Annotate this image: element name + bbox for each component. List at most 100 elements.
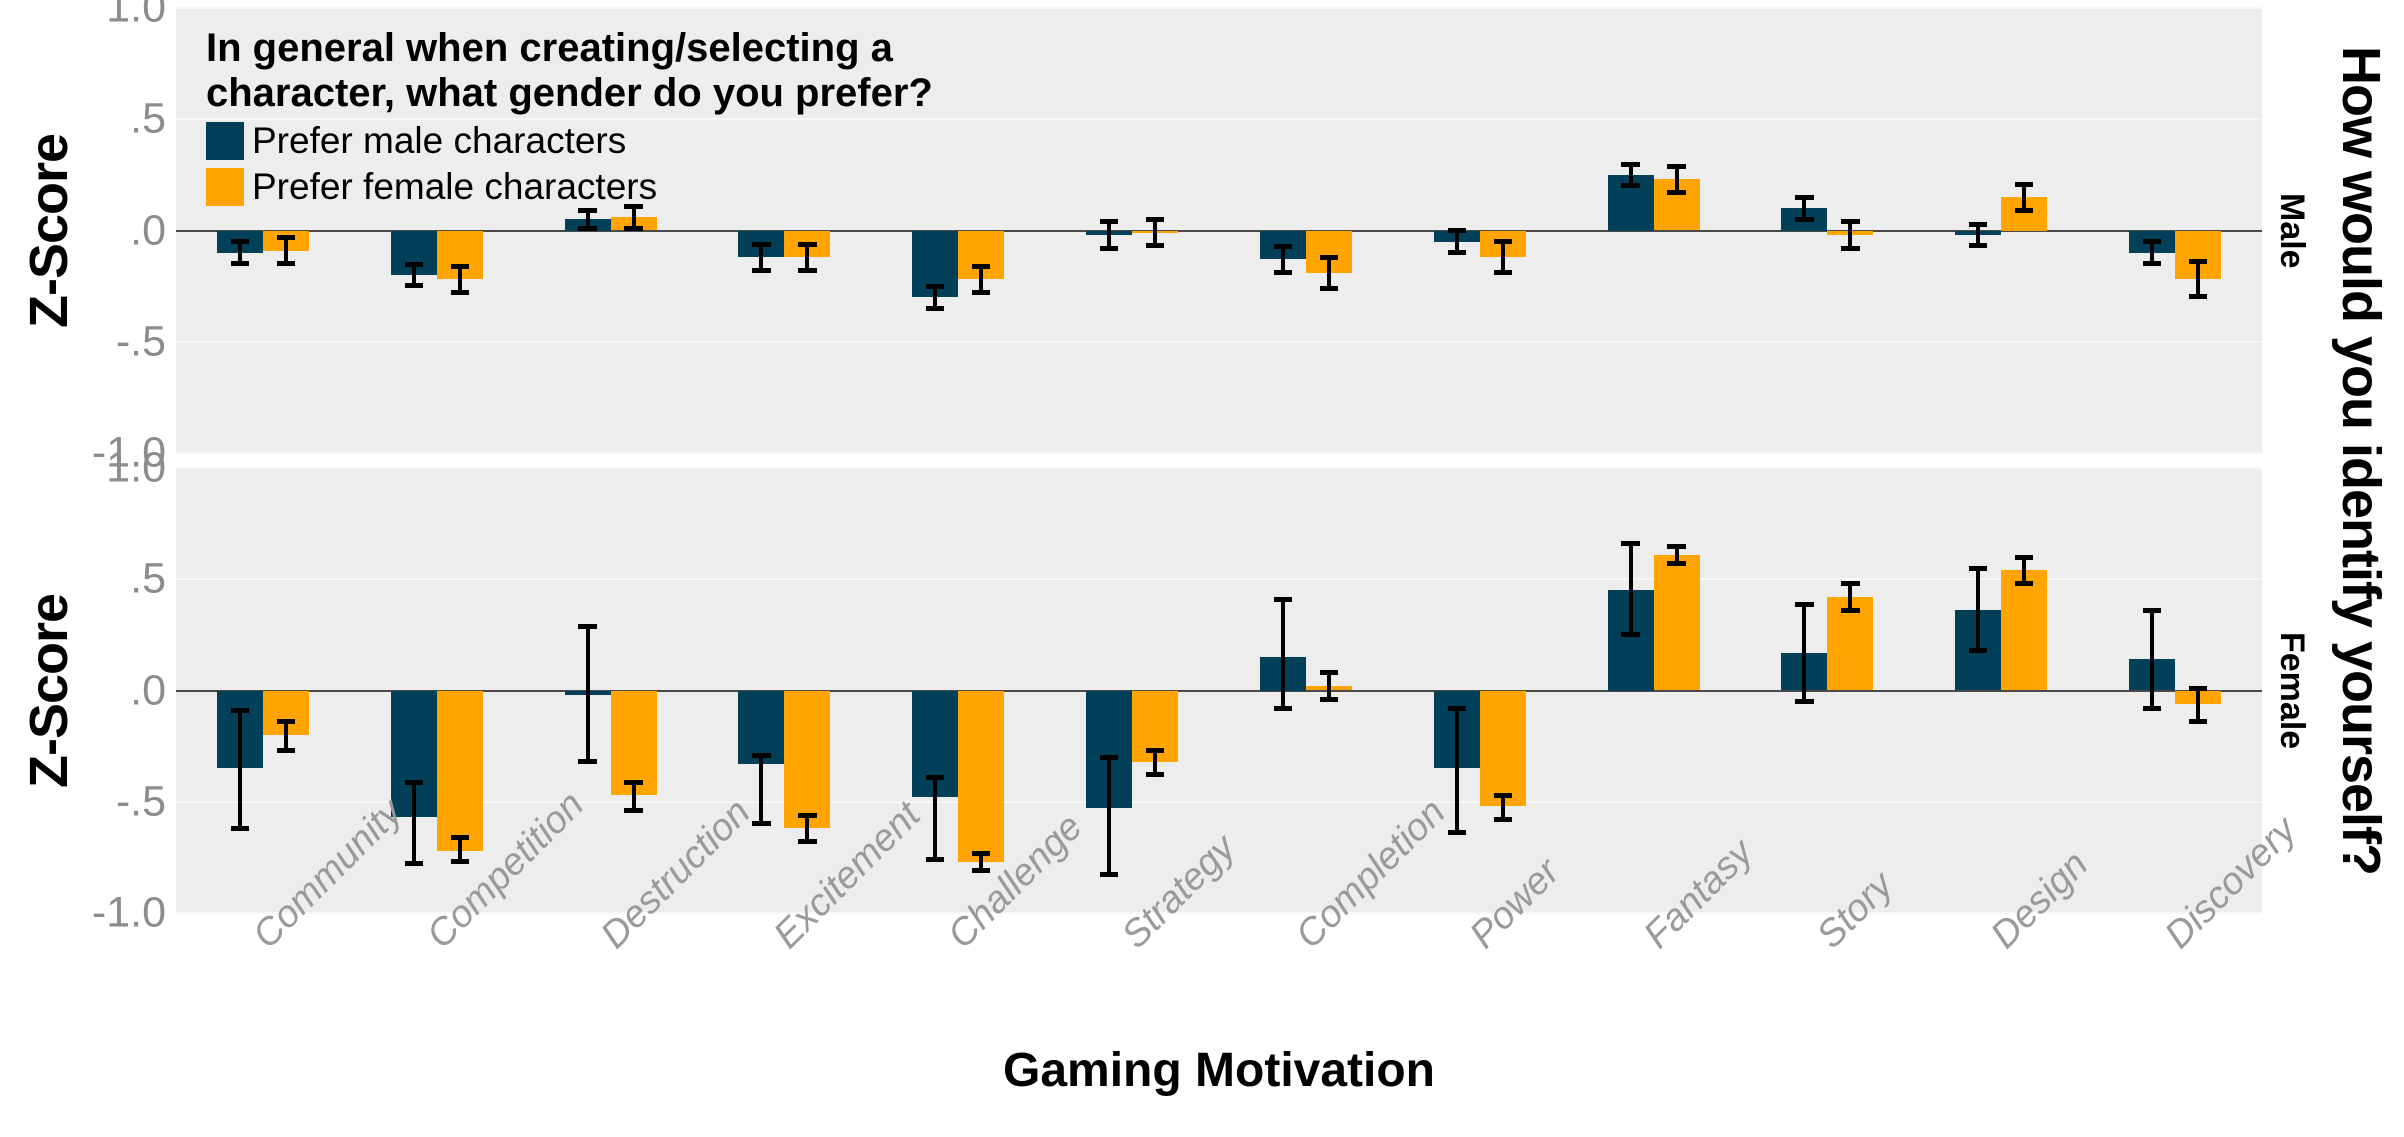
error-bar-cap [1667, 560, 1686, 566]
error-bar-cap [578, 758, 597, 764]
error-bar-line [411, 779, 416, 867]
error-bar-cap [798, 267, 817, 273]
error-bar-line [1107, 755, 1112, 878]
error-bar-cap [1667, 163, 1686, 169]
error-bar-cap [1621, 161, 1640, 167]
error-bar-cap [926, 283, 945, 289]
error-bar-cap [1273, 705, 1293, 711]
error-bar-cap [972, 867, 991, 873]
gridline [176, 800, 2262, 803]
panel-strip-label-male: Male [2273, 192, 2311, 269]
error-bar-cap [1969, 565, 1988, 571]
zero-line [176, 229, 2262, 232]
error-bar-line [585, 623, 590, 764]
error-bar-cap [926, 305, 945, 311]
error-bar-cap [1099, 755, 1119, 761]
right-axis-title: How would you identify yourself? [2331, 45, 2391, 876]
y-tick-label: -.5 [115, 777, 166, 826]
error-bar-cap [1841, 245, 1860, 251]
error-bar-line [1628, 541, 1633, 638]
error-bar-cap [2188, 294, 2208, 300]
error-bar-cap [1099, 872, 1119, 878]
error-bar-cap [2188, 259, 2208, 265]
error-bar-cap [1273, 243, 1293, 249]
error-bar-line [1802, 601, 1807, 704]
error-bar-cap [1447, 830, 1466, 836]
error-bar-cap [404, 779, 423, 785]
error-bar-cap [798, 839, 817, 845]
legend-swatch-male [206, 121, 244, 160]
error-bar-line [2196, 259, 2201, 300]
panel-strip-label-female: Female [2273, 631, 2311, 750]
error-bar-cap [1841, 607, 1860, 613]
y-tick-label: -1.0 [91, 888, 166, 937]
error-bar-cap [1145, 217, 1165, 223]
error-bar-cap [1319, 254, 1339, 260]
y-tick-label: .0 [130, 206, 166, 254]
gridline [176, 467, 2262, 469]
error-bar-cap [1145, 243, 1165, 249]
legend-title: In general when creating/selecting a cha… [206, 26, 933, 115]
error-bar-cap [1447, 249, 1466, 255]
gridline [176, 452, 2262, 454]
error-bar-cap [1493, 792, 1512, 798]
error-bar-line [759, 752, 764, 827]
error-bar-cap [752, 241, 771, 247]
bar-challenge-female [958, 690, 1005, 862]
error-bar-cap [1493, 239, 1512, 245]
error-bar-cap [972, 850, 991, 856]
error-bar-cap [1969, 647, 1988, 653]
legend-item-male: Prefer male characters [206, 120, 933, 162]
error-bar-cap [624, 807, 643, 813]
bar-excitement-female [784, 690, 831, 829]
error-bar-cap [1841, 581, 1860, 587]
bar-fantasy-female [1653, 554, 1700, 691]
error-bar-cap [972, 263, 991, 269]
chart-root: Z-Score Z-Score 1.0 .5 .0 -.5 -1.0 1.0 .5 .0 -.… [0, 0, 2404, 1137]
error-bar-line [2150, 608, 2155, 711]
error-bar-cap [624, 225, 643, 231]
error-bar-cap [404, 261, 423, 267]
error-bar-line [1280, 597, 1285, 711]
error-bar-cap [1667, 189, 1686, 195]
error-bar-cap [1447, 228, 1466, 234]
y-tick-label: .5 [130, 554, 166, 603]
y-axis-title-female-panel: Z-Score [19, 593, 79, 788]
y-tick-label: 1.0 [106, 0, 166, 32]
error-bar-cap [276, 261, 296, 267]
error-bar-cap [1273, 270, 1293, 275]
error-bar-cap [752, 267, 771, 273]
error-bar-cap [1969, 221, 1988, 227]
bar-competition-female [436, 690, 483, 851]
error-bar-cap [404, 861, 423, 867]
error-bar-cap [798, 241, 817, 247]
error-bar-cap [972, 290, 991, 296]
error-bar-cap [1795, 194, 1814, 200]
error-bar-cap [1319, 285, 1339, 291]
error-bar-cap [624, 779, 643, 785]
error-bar-line [237, 708, 242, 831]
error-bar-cap [752, 752, 771, 758]
y-tick-label: -.5 [115, 317, 166, 366]
error-bar-cap [1795, 601, 1814, 607]
error-bar-cap [578, 208, 597, 214]
error-bar-cap [1667, 543, 1686, 549]
error-bar-cap [2188, 686, 2208, 692]
bar-design-female [2001, 570, 2048, 691]
error-bar-cap [2188, 718, 2208, 724]
error-bar-cap [1969, 243, 1988, 249]
error-bar-cap [1099, 245, 1119, 251]
legend-label-female: Prefer female characters [252, 165, 658, 207]
error-bar-cap [1795, 698, 1814, 704]
error-bar-cap [2142, 608, 2162, 614]
error-bar-cap [2142, 261, 2162, 267]
error-bar-cap [450, 835, 469, 841]
error-bar-cap [1319, 696, 1339, 702]
error-bar-cap [404, 283, 423, 289]
y-tick-label: .5 [130, 94, 166, 143]
error-bar-cap [2015, 554, 2034, 560]
error-bar-line [933, 775, 938, 862]
error-bar-cap [1621, 632, 1640, 638]
x-axis-title: Gaming Motivation [1003, 1044, 1435, 1097]
legend-swatch-female [206, 167, 244, 206]
